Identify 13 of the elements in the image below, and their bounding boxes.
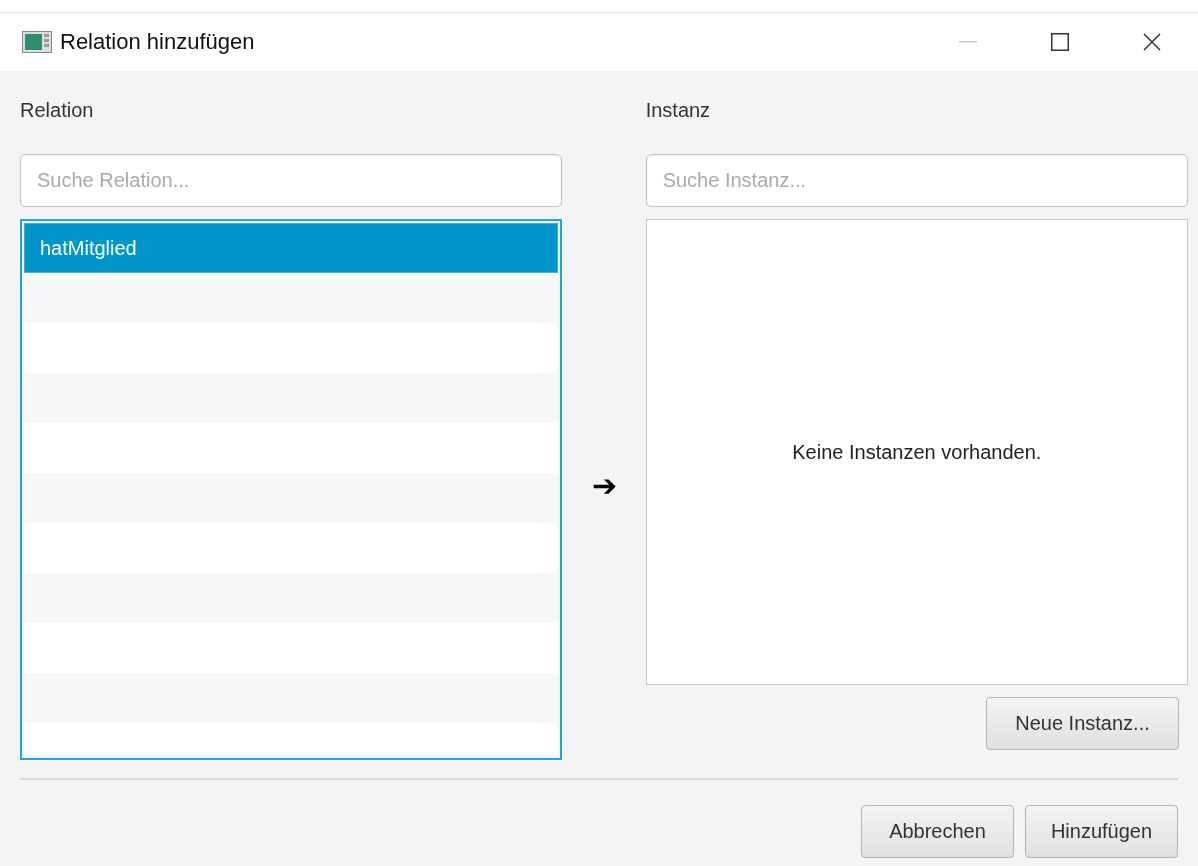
close-icon[interactable] bbox=[1143, 33, 1161, 51]
app-icon bbox=[22, 31, 52, 53]
add-button[interactable]: Hinzufügen bbox=[1025, 805, 1178, 858]
empty-message: Keine Instanzen vorhanden. bbox=[792, 440, 1042, 464]
relation-label: Relation bbox=[20, 99, 94, 123]
arrow-icon: ➔ bbox=[591, 470, 617, 501]
new-instance-button[interactable]: Neue Instanz... bbox=[986, 697, 1179, 750]
maximize-icon[interactable] bbox=[1051, 33, 1069, 51]
instance-label: Instanz bbox=[645, 99, 711, 123]
window-title: Relation hinzufügen bbox=[60, 29, 255, 55]
search-field[interactable]: Suche Instanz... bbox=[645, 154, 1188, 207]
search-field[interactable]: Suche Relation... bbox=[20, 154, 563, 207]
cancel-button[interactable]: Abbrechen bbox=[861, 805, 1014, 858]
